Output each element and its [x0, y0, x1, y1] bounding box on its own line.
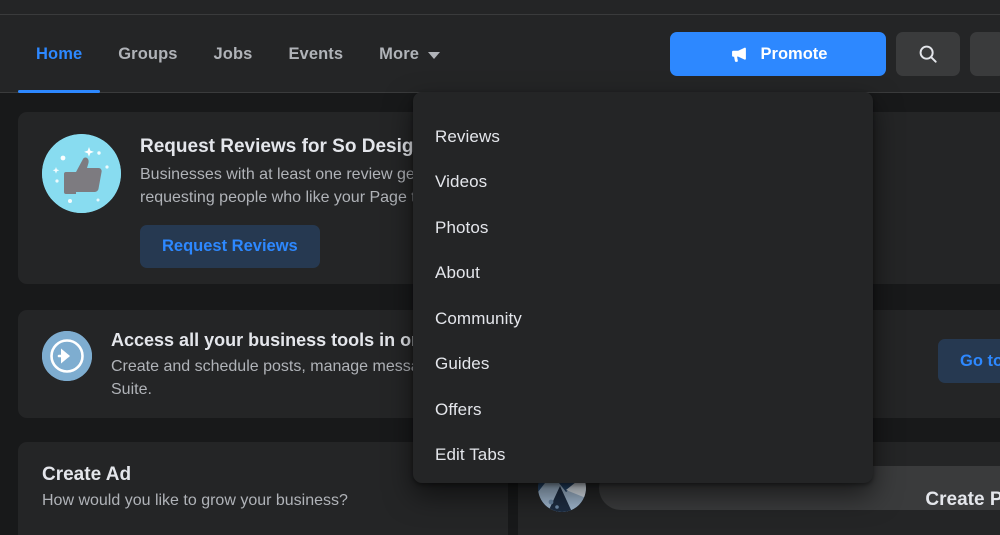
dropdown-item-reviews[interactable]: Reviews: [413, 114, 873, 160]
create-ad-subtitle: How would you like to grow your business…: [42, 492, 348, 509]
nav-tab-more-label: More: [379, 44, 419, 63]
dropdown-item-about[interactable]: About: [413, 251, 873, 297]
page-navbar: Home Groups Jobs Events More Promote: [0, 15, 1000, 93]
dropdown-item-photos-label: Photos: [435, 217, 489, 237]
nav-tab-jobs[interactable]: Jobs: [196, 15, 271, 93]
dropdown-item-reviews-label: Reviews: [435, 126, 500, 146]
request-reviews-button-label: Request Reviews: [162, 237, 298, 256]
request-reviews-button[interactable]: Request Reviews: [140, 225, 320, 269]
nav-tab-jobs-label: Jobs: [213, 44, 253, 63]
nav-tab-home-label: Home: [36, 44, 83, 63]
nav-tab-groups-label: Groups: [118, 44, 178, 63]
dropdown-item-guides-label: Guides: [435, 354, 490, 374]
dropdown-item-community-label: Community: [435, 308, 522, 328]
promote-button-label: Promote: [760, 44, 828, 63]
more-options-button[interactable]: [970, 32, 1000, 76]
nav-tab-events-label: Events: [288, 44, 344, 63]
nav-tab-more[interactable]: More: [361, 15, 458, 93]
dropdown-item-edit-tabs[interactable]: Edit Tabs: [413, 433, 873, 479]
go-to-business-suite-button[interactable]: Go to Business Suite: [938, 339, 1000, 383]
nav-tab-groups[interactable]: Groups: [100, 15, 195, 93]
more-dropdown-menu: Reviews Videos Photos About Community Gu…: [413, 92, 873, 483]
page-root: Home Groups Jobs Events More Promote Req…: [0, 0, 1000, 535]
nav-tab-events[interactable]: Events: [270, 15, 361, 93]
dropdown-item-videos-label: Videos: [435, 172, 488, 192]
business-suite-icon: [42, 331, 92, 381]
nav-tab-home[interactable]: Home: [18, 15, 101, 93]
nav-tab-list: Home Groups Jobs Events More: [18, 15, 458, 93]
search-icon: [917, 43, 939, 65]
go-to-business-suite-label: Go to Business Suite: [960, 351, 1000, 370]
megaphone-icon: [729, 44, 750, 65]
dropdown-item-offers-label: Offers: [435, 399, 482, 419]
search-button[interactable]: [896, 32, 960, 76]
dropdown-item-community[interactable]: Community: [413, 296, 873, 342]
dropdown-item-offers[interactable]: Offers: [413, 387, 873, 433]
dropdown-item-videos[interactable]: Videos: [413, 160, 873, 206]
dropdown-item-guides[interactable]: Guides: [413, 342, 873, 388]
nav-actions: Promote: [670, 15, 1000, 93]
dropdown-item-about-label: About: [435, 263, 480, 283]
thumbs-up-badge-icon: [42, 134, 121, 213]
dropdown-item-edit-tabs-label: Edit Tabs: [435, 445, 506, 465]
promote-button[interactable]: Promote: [670, 32, 886, 76]
chevron-down-icon: [428, 51, 440, 59]
top-strip: [0, 0, 1000, 14]
dropdown-item-photos[interactable]: Photos: [413, 205, 873, 251]
